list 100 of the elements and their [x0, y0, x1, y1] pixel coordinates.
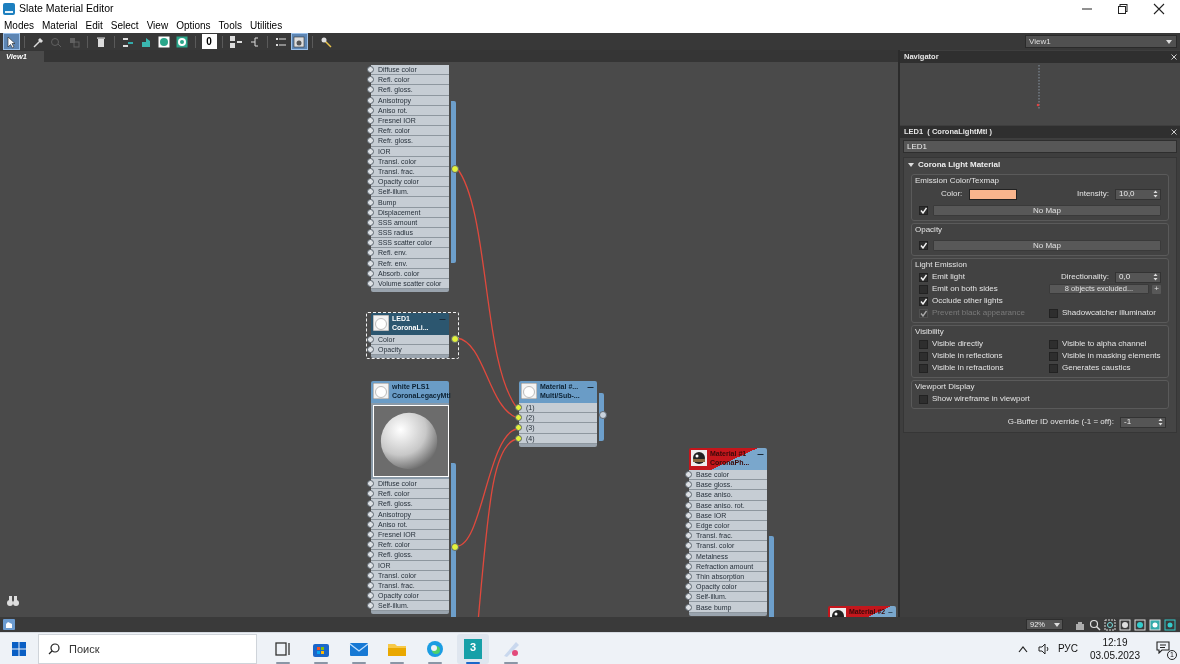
input-socket[interactable]	[367, 500, 374, 508]
input-socket[interactable]	[367, 531, 374, 539]
input-socket[interactable]	[367, 208, 374, 216]
material-name-field[interactable]: LED1	[903, 140, 1177, 153]
search-field[interactable]: Поиск	[38, 633, 257, 664]
toolbar-button[interactable]	[3, 34, 19, 49]
zoom-selected-icon[interactable]	[1134, 618, 1146, 631]
menu-item[interactable]: Modes	[4, 17, 34, 33]
checkbox[interactable]	[1049, 363, 1058, 373]
input-socket[interactable]	[685, 532, 692, 540]
input-socket[interactable]	[367, 269, 374, 277]
close-icon[interactable]	[1152, 2, 1166, 15]
input-socket[interactable]	[367, 581, 374, 589]
input-socket[interactable]	[685, 583, 692, 591]
input-socket[interactable]	[515, 404, 522, 412]
collapse-icon[interactable]	[757, 452, 764, 457]
checkbox[interactable]	[919, 284, 928, 294]
checkbox[interactable]	[919, 240, 928, 250]
output-socket[interactable]	[599, 411, 607, 419]
clock-time[interactable]: 12:19	[1102, 635, 1128, 649]
notification-icon[interactable]	[1156, 640, 1170, 654]
zoom-icon[interactable]	[1089, 618, 1101, 631]
input-socket[interactable]	[685, 593, 692, 601]
language-indicator[interactable]: РУС	[1057, 641, 1078, 656]
input-socket[interactable]	[685, 572, 692, 580]
color-swatch[interactable]	[969, 188, 1018, 200]
input-socket[interactable]	[367, 157, 374, 165]
input-socket[interactable]	[685, 562, 692, 570]
input-socket[interactable]	[685, 491, 692, 499]
input-socket[interactable]	[367, 259, 374, 267]
toolbar-button[interactable]: 0	[201, 34, 217, 49]
input-socket[interactable]	[367, 280, 374, 288]
input-socket[interactable]	[367, 66, 374, 74]
frame-icon[interactable]	[1149, 618, 1161, 631]
zoom-extents-icon[interactable]	[1119, 618, 1131, 631]
input-socket[interactable]	[367, 86, 374, 94]
menu-item[interactable]: Utilities	[249, 17, 283, 33]
input-socket[interactable]	[685, 501, 692, 509]
menu-item[interactable]: Select	[110, 17, 139, 33]
layout-icon[interactable]	[1164, 618, 1176, 631]
material-node[interactable]	[366, 64, 459, 294]
input-socket[interactable]	[367, 490, 374, 498]
zoom-region-icon[interactable]	[1104, 618, 1116, 631]
menu-item[interactable]: Tools	[218, 17, 242, 33]
output-socket[interactable]	[451, 335, 459, 343]
input-socket[interactable]	[367, 561, 374, 569]
input-socket[interactable]	[367, 336, 374, 344]
input-socket[interactable]	[367, 167, 374, 175]
checkbox[interactable]	[919, 272, 928, 282]
checkbox[interactable]	[1049, 339, 1058, 349]
start-icon[interactable]	[12, 641, 26, 656]
input-socket[interactable]	[685, 552, 692, 560]
input-socket[interactable]	[367, 96, 374, 104]
number-spinner[interactable]: 10,0	[1115, 188, 1161, 200]
input-socket[interactable]	[367, 551, 374, 559]
checkbox[interactable]	[919, 363, 928, 373]
menu-item[interactable]: Material	[42, 17, 78, 33]
input-socket[interactable]	[367, 76, 374, 84]
input-socket[interactable]	[367, 571, 374, 579]
input-socket[interactable]	[367, 106, 374, 114]
input-socket[interactable]	[367, 188, 374, 196]
input-socket[interactable]	[367, 117, 374, 125]
view-dropdown[interactable]: View1	[1025, 35, 1177, 48]
add-button[interactable]: +	[1152, 284, 1161, 294]
map-button[interactable]: No Map	[933, 239, 1161, 251]
maximize-icon[interactable]	[1116, 2, 1130, 15]
checkbox[interactable]	[919, 296, 928, 306]
number-spinner[interactable]: -1	[1120, 416, 1166, 428]
input-socket[interactable]	[367, 147, 374, 155]
input-socket[interactable]	[685, 603, 692, 611]
output-socket[interactable]	[451, 543, 459, 551]
menu-item[interactable]: Edit	[85, 17, 103, 33]
input-socket[interactable]	[367, 127, 374, 135]
input-socket[interactable]	[367, 137, 374, 145]
input-socket[interactable]	[685, 471, 692, 479]
collapse-icon[interactable]	[888, 610, 893, 615]
toolbar-button[interactable]	[228, 34, 244, 49]
collapse-icon[interactable]	[587, 385, 594, 390]
input-socket[interactable]	[515, 414, 522, 422]
input-socket[interactable]	[685, 542, 692, 550]
input-socket[interactable]	[367, 520, 374, 528]
input-socket[interactable]	[367, 218, 374, 226]
expand-triangle-icon[interactable]	[908, 162, 914, 168]
input-socket[interactable]	[367, 510, 374, 518]
input-socket[interactable]	[515, 434, 522, 442]
checkbox[interactable]	[919, 205, 928, 215]
input-socket[interactable]	[367, 239, 374, 247]
map-button[interactable]: No Map	[933, 204, 1161, 216]
clock-date[interactable]: 03.05.2023	[1089, 648, 1140, 662]
output-socket[interactable]	[451, 165, 459, 173]
checkbox[interactable]	[1049, 308, 1058, 318]
input-socket[interactable]	[685, 511, 692, 519]
input-socket[interactable]	[367, 592, 374, 600]
input-socket[interactable]	[515, 424, 522, 432]
input-socket[interactable]	[367, 541, 374, 549]
input-socket[interactable]	[367, 178, 374, 186]
menu-item[interactable]: Options	[176, 17, 211, 33]
toolbar-button[interactable]	[291, 34, 307, 49]
input-socket[interactable]	[685, 522, 692, 530]
number-spinner[interactable]: 0,0	[1115, 271, 1161, 283]
